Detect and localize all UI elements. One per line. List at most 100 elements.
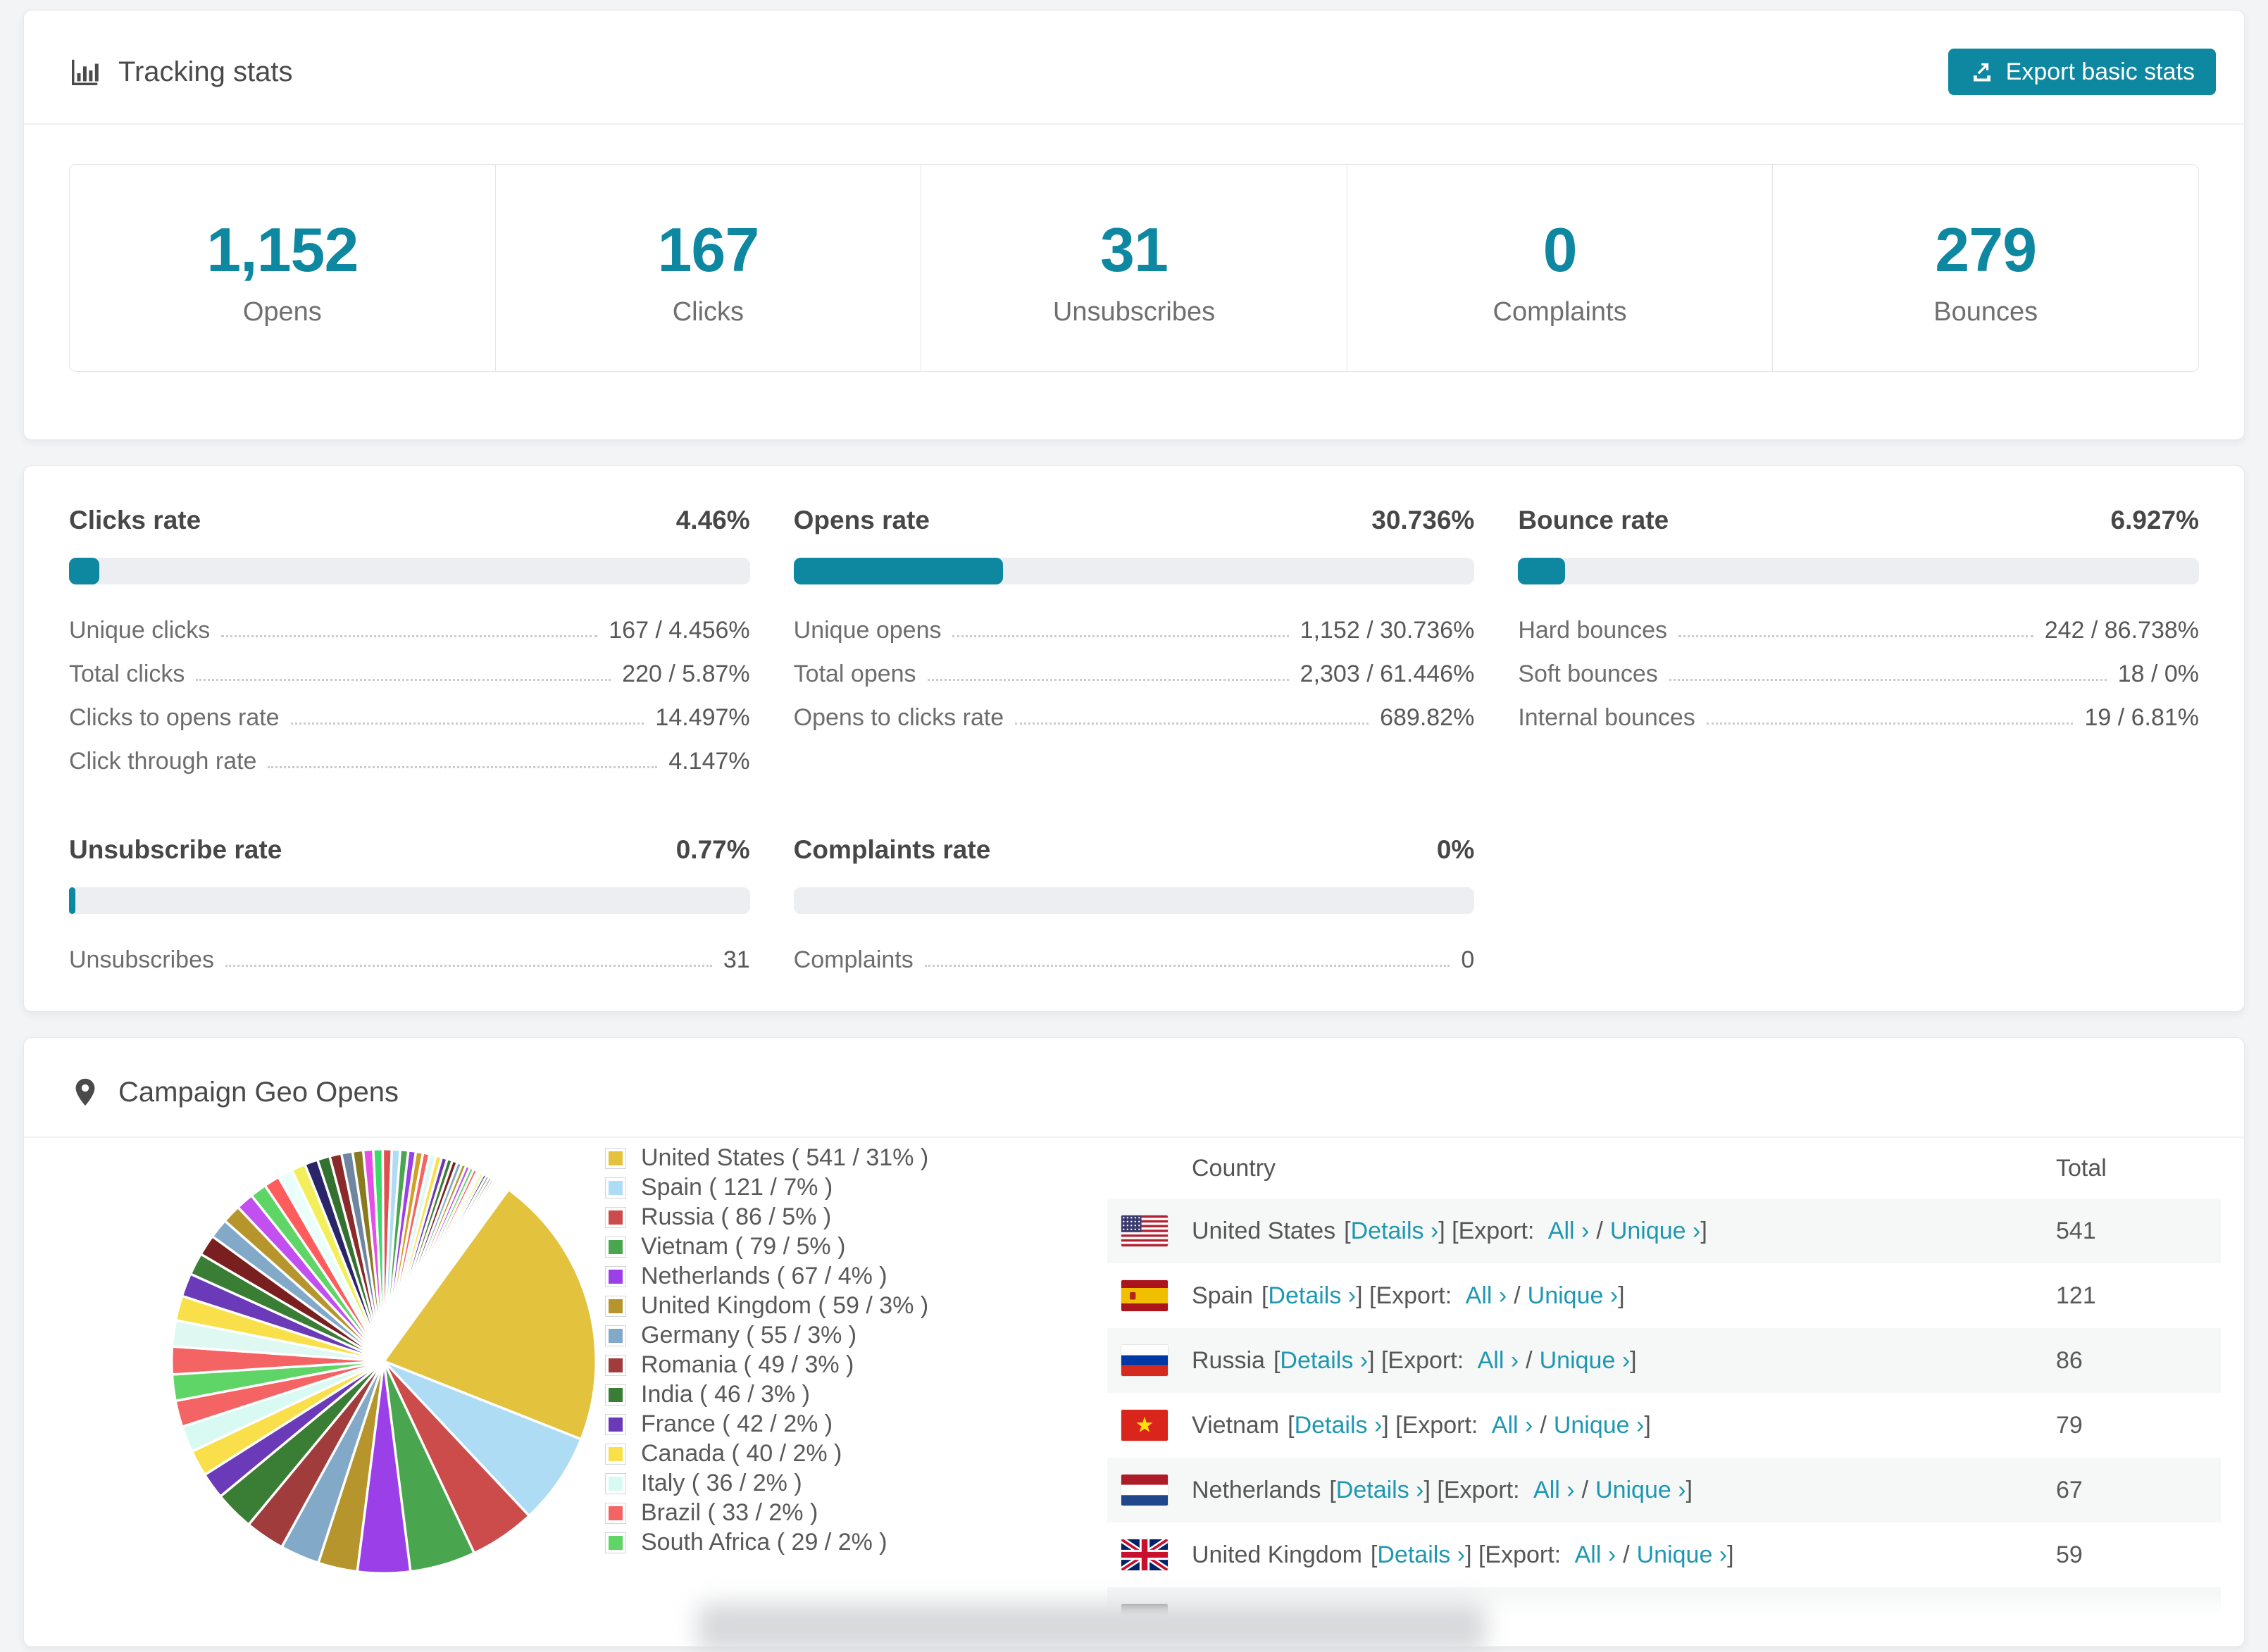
- legend-item[interactable]: Netherlands ( 67 / 4% ): [606, 1263, 1107, 1289]
- legend-item[interactable]: Germany ( 55 / 3% ): [606, 1322, 1107, 1348]
- row-links: [Details ›] [Export: All › / Unique ›]: [1321, 1477, 1693, 1504]
- legend-item[interactable]: South Africa ( 29 / 2% ): [606, 1529, 1107, 1556]
- dotted-leader: [225, 965, 712, 967]
- bracket-close: ]: [1630, 1346, 1637, 1374]
- legend-item[interactable]: France ( 42 / 2% ): [606, 1410, 1107, 1437]
- rate-detail-value: 14.497%: [655, 704, 750, 731]
- legend-item[interactable]: India ( 46 / 3% ): [606, 1381, 1107, 1408]
- dotted-leader: [1669, 679, 2107, 681]
- page-title: Tracking stats: [69, 56, 292, 88]
- rate-title: Unsubscribe rate: [69, 835, 282, 864]
- slash-separator: /: [1623, 1541, 1630, 1568]
- export-all-link[interactable]: All ›: [1492, 1412, 1533, 1439]
- legend-label: Brazil ( 33 / 2% ): [641, 1499, 818, 1526]
- dotted-leader: [290, 722, 644, 725]
- export-unique-link[interactable]: Unique ›: [1637, 1541, 1728, 1568]
- legend-label: United States ( 541 / 31% ): [641, 1144, 929, 1171]
- rate-detail-row: Soft bounces 18 / 0%: [1518, 661, 2199, 687]
- export-basic-stats-label: Export basic stats: [2005, 58, 2195, 85]
- stat-label: Opens: [242, 297, 322, 327]
- legend-item[interactable]: Vietnam ( 79 / 5% ): [606, 1233, 1107, 1260]
- legend-item[interactable]: Italy ( 36 / 2% ): [606, 1470, 1107, 1496]
- export-unique-link[interactable]: Unique ›: [1610, 1218, 1701, 1244]
- rate-detail-value: 2,303 / 61.446%: [1300, 661, 1475, 687]
- legend-label: Canada ( 40 / 2% ): [641, 1440, 842, 1467]
- progress-fill: [793, 558, 1003, 584]
- legend-label: India ( 46 / 3% ): [641, 1381, 811, 1408]
- bracket-close: ]: [1618, 1282, 1625, 1309]
- rate-detail-row: Internal bounces 19 / 6.81%: [1518, 704, 2199, 731]
- row-links: [Details ›] [Export: All › / Unique ›]: [1335, 1218, 1707, 1245]
- legend-label: South Africa ( 29 / 2% ): [641, 1529, 887, 1556]
- export-basic-stats-button[interactable]: Export basic stats: [1948, 49, 2216, 95]
- bracket-open: [: [1329, 1476, 1336, 1503]
- rate-detail-label: Hard bounces: [1518, 617, 1668, 644]
- details-link[interactable]: Details ›: [1268, 1282, 1356, 1309]
- column-header-total: Total: [2056, 1154, 2107, 1182]
- row-links: [Details ›] [Export: All › / Unique ›]: [1362, 1541, 1734, 1569]
- rate-head: Unsubscribe rate 0.77%: [69, 835, 750, 865]
- legend-item[interactable]: Brazil ( 33 / 2% ): [606, 1499, 1107, 1526]
- stat-value: 31: [1100, 215, 1169, 284]
- legend-swatch: [606, 1444, 625, 1464]
- export-unique-link[interactable]: Unique ›: [1595, 1477, 1686, 1503]
- rate-detail-label: Soft bounces: [1518, 661, 1658, 687]
- rate-rows: Unsubscribes 31: [69, 946, 750, 973]
- details-link[interactable]: Details ›: [1336, 1477, 1424, 1503]
- rate-rows: Hard bounces 242 / 86.738% Soft bounces …: [1518, 617, 2199, 731]
- legend-label: Netherlands ( 67 / 4% ): [641, 1263, 887, 1289]
- rate-detail-row: Opens to clicks rate 689.82%: [794, 704, 1475, 731]
- export-unique-link[interactable]: Unique ›: [1540, 1347, 1631, 1374]
- legend-item[interactable]: United Kingdom ( 59 / 3% ): [606, 1292, 1107, 1319]
- legend-swatch: [606, 1207, 625, 1227]
- stat-box: 167 Clicks: [494, 165, 921, 371]
- legend-item[interactable]: United States ( 541 / 31% ): [606, 1144, 1107, 1171]
- rate-title: Clicks rate: [69, 506, 201, 534]
- rate-detail-row: Unique clicks 167 / 4.456%: [69, 617, 750, 644]
- export-all-link[interactable]: All ›: [1548, 1218, 1590, 1244]
- row-main: Russia [Details ›] [Export: All › / Unique…: [1192, 1347, 2056, 1375]
- bracket-export: ] [Export:: [1382, 1411, 1478, 1439]
- legend-item[interactable]: Romania ( 49 / 3% ): [606, 1351, 1107, 1378]
- stat-value: 167: [657, 215, 759, 284]
- export-unique-link[interactable]: Unique ›: [1554, 1412, 1645, 1439]
- legend-item[interactable]: Spain ( 121 / 7% ): [606, 1174, 1107, 1201]
- rate-section: Bounce rate 6.927% Hard bounces 242 / 86…: [1518, 506, 2199, 791]
- rate-detail-row: Unsubscribes 31: [69, 946, 750, 973]
- details-link[interactable]: Details ›: [1351, 1218, 1439, 1244]
- rate-detail-row: Total opens 2,303 / 61.446%: [794, 661, 1475, 687]
- bracket-open: [: [1288, 1411, 1295, 1439]
- details-link[interactable]: Details ›: [1280, 1347, 1368, 1374]
- export-all-link[interactable]: All ›: [1533, 1477, 1575, 1503]
- legend-label: Russia ( 86 / 5% ): [641, 1203, 832, 1230]
- geo-title: Campaign Geo Opens: [69, 1076, 399, 1108]
- legend-item[interactable]: Canada ( 40 / 2% ): [606, 1440, 1107, 1467]
- legend-swatch: [606, 1237, 625, 1257]
- export-unique-link[interactable]: Unique ›: [1528, 1282, 1619, 1309]
- table-row: United Kingdom [Details ›] [Export: All …: [1107, 1522, 2221, 1587]
- rate-detail-row: Click through rate 4.147%: [69, 748, 750, 775]
- export-all-link[interactable]: All ›: [1466, 1282, 1507, 1309]
- rate-head: Clicks rate 4.46%: [69, 506, 750, 535]
- export-all-link[interactable]: All ›: [1575, 1541, 1616, 1568]
- geo-body: United States ( 541 / 31% ) Spain ( 121 …: [24, 1138, 2244, 1646]
- export-all-link[interactable]: All ›: [1478, 1347, 1519, 1374]
- legend-swatch: [606, 1325, 625, 1346]
- rates-card: Clicks rate 4.46% Unique clicks 167 / 4.…: [23, 465, 2245, 1012]
- rate-detail-value: 31: [723, 946, 750, 973]
- rate-detail-value: 18 / 0%: [2117, 661, 2199, 687]
- rate-detail-value: 19 / 6.81%: [2084, 704, 2199, 731]
- details-link[interactable]: Details ›: [1377, 1541, 1465, 1568]
- rate-detail-label: Click through rate: [69, 748, 257, 775]
- geo-pie-chart: [170, 1148, 597, 1575]
- details-link[interactable]: Details ›: [1295, 1412, 1383, 1439]
- tracking-stats-header: Tracking stats Export basic stats: [24, 11, 2244, 123]
- rate-detail-row: Unique opens 1,152 / 30.736%: [794, 617, 1475, 644]
- progress-fill: [1518, 558, 1566, 584]
- country-name: Vietnam: [1192, 1411, 1280, 1439]
- progress-track: [1518, 558, 2199, 584]
- rate-title: Complaints rate: [793, 835, 991, 864]
- progress-track: [793, 558, 1475, 584]
- rate-value: 6.927%: [2110, 506, 2200, 534]
- legend-item[interactable]: Russia ( 86 / 5% ): [606, 1203, 1107, 1230]
